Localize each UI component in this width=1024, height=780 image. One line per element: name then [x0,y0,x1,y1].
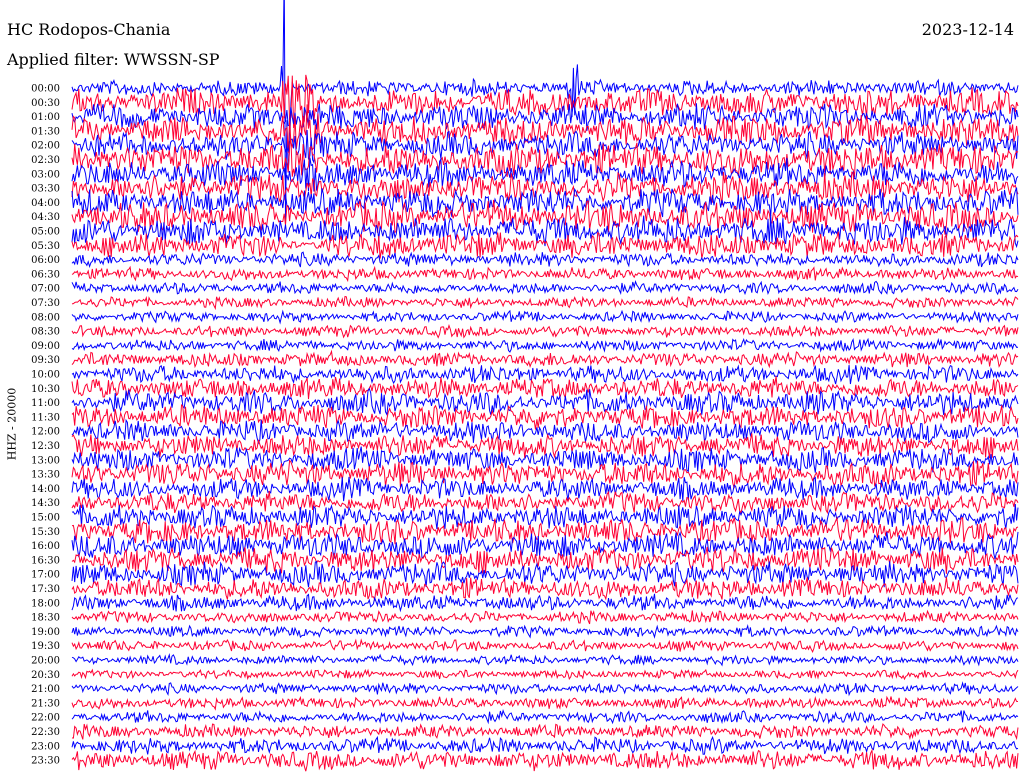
row-time-label: 14:30 [31,498,60,509]
row-time-label: 21:30 [31,698,60,709]
seismic-trace-0630 [71,265,1019,283]
row-time-label: 23:30 [31,756,60,767]
row-time-label: 15:00 [31,513,60,524]
row-time-label: 12:00 [31,427,60,438]
row-time-label: 21:00 [31,684,60,695]
row-time-label: 05:00 [31,227,60,238]
row-time-label: 11:30 [31,412,60,423]
row-time-label: 14:00 [31,484,60,495]
seismic-trace-2200 [71,709,1019,725]
seismic-trace-1900 [71,623,1019,639]
seismic-trace-2030 [71,668,1019,681]
row-time-label: 13:00 [31,455,60,466]
seismic-trace-2300 [71,735,1019,755]
row-time-label: 03:00 [31,169,60,180]
row-time-label: 02:00 [31,141,60,152]
row-time-label: 03:30 [31,184,60,195]
row-time-label: 17:30 [31,584,60,595]
seismic-trace-1030 [71,376,1019,400]
seismic-trace-1630 [71,546,1019,574]
row-time-label: 17:00 [31,570,60,581]
row-time-label: 19:30 [31,641,60,652]
row-time-label: 09:00 [31,341,60,352]
seismic-trace-0700 [71,279,1019,296]
row-time-label: 16:00 [31,541,60,552]
seismic-trace-1930 [71,638,1019,653]
row-time-label: 20:30 [31,670,60,681]
row-time-label: 15:30 [31,527,60,538]
row-time-label: 11:00 [31,398,60,409]
row-time-label: 20:00 [31,656,60,667]
seismic-trace-0800 [71,309,1019,325]
seismic-trace-0330 [71,171,1019,206]
row-time-label: 12:30 [31,441,60,452]
row-time-label: 01:30 [31,126,60,137]
seismic-trace-1830 [71,609,1019,625]
seismic-trace-0830 [71,324,1019,339]
seismic-trace-0930 [71,349,1019,369]
row-time-label: 10:00 [31,370,60,381]
row-time-label: 07:30 [31,298,60,309]
row-time-label: 13:30 [31,470,60,481]
row-time-label: 06:00 [31,255,60,266]
seismic-trace-1500 [71,503,1019,531]
row-time-label: 04:00 [31,198,60,209]
row-time-label: 23:00 [31,741,60,752]
row-time-label: 18:30 [31,613,60,624]
seismic-trace-2130 [71,695,1019,711]
seismic-trace-0730 [71,295,1019,311]
seismic-trace-1800 [71,593,1019,613]
row-time-label: 19:00 [31,627,60,638]
row-time-label: 22:30 [31,727,60,738]
seismic-trace-1730 [71,576,1019,602]
seismic-trace-2100 [71,681,1019,697]
row-time-label: 00:30 [31,98,60,109]
row-time-label: 02:30 [31,155,60,166]
row-time-label: 05:30 [31,241,60,252]
row-time-label: 22:00 [31,713,60,724]
row-time-label: 08:30 [31,327,60,338]
row-time-label: 01:00 [31,112,60,123]
seismic-trace-1430 [71,490,1019,515]
seismic-trace-2230 [71,723,1019,741]
row-time-label: 10:30 [31,384,60,395]
row-time-label: 09:30 [31,355,60,366]
row-time-label: 16:30 [31,555,60,566]
helicorder-plot: 00:00 00:30 01:00 01:30 02:00 02:30 03:00 03:30… [31,0,1019,772]
seismic-trace-0900 [71,337,1019,353]
row-time-label: 07:00 [31,284,60,295]
row-time-label: 00:00 [31,84,60,95]
row-time-label: 08:00 [31,312,60,323]
seismic-trace-0600 [71,251,1019,269]
row-time-label: 04:30 [31,212,60,223]
seismic-trace-2330 [71,748,1019,772]
row-time-label: 06:30 [31,269,60,280]
row-time-label: 18:00 [31,598,60,609]
seismic-trace-2000 [71,653,1019,667]
